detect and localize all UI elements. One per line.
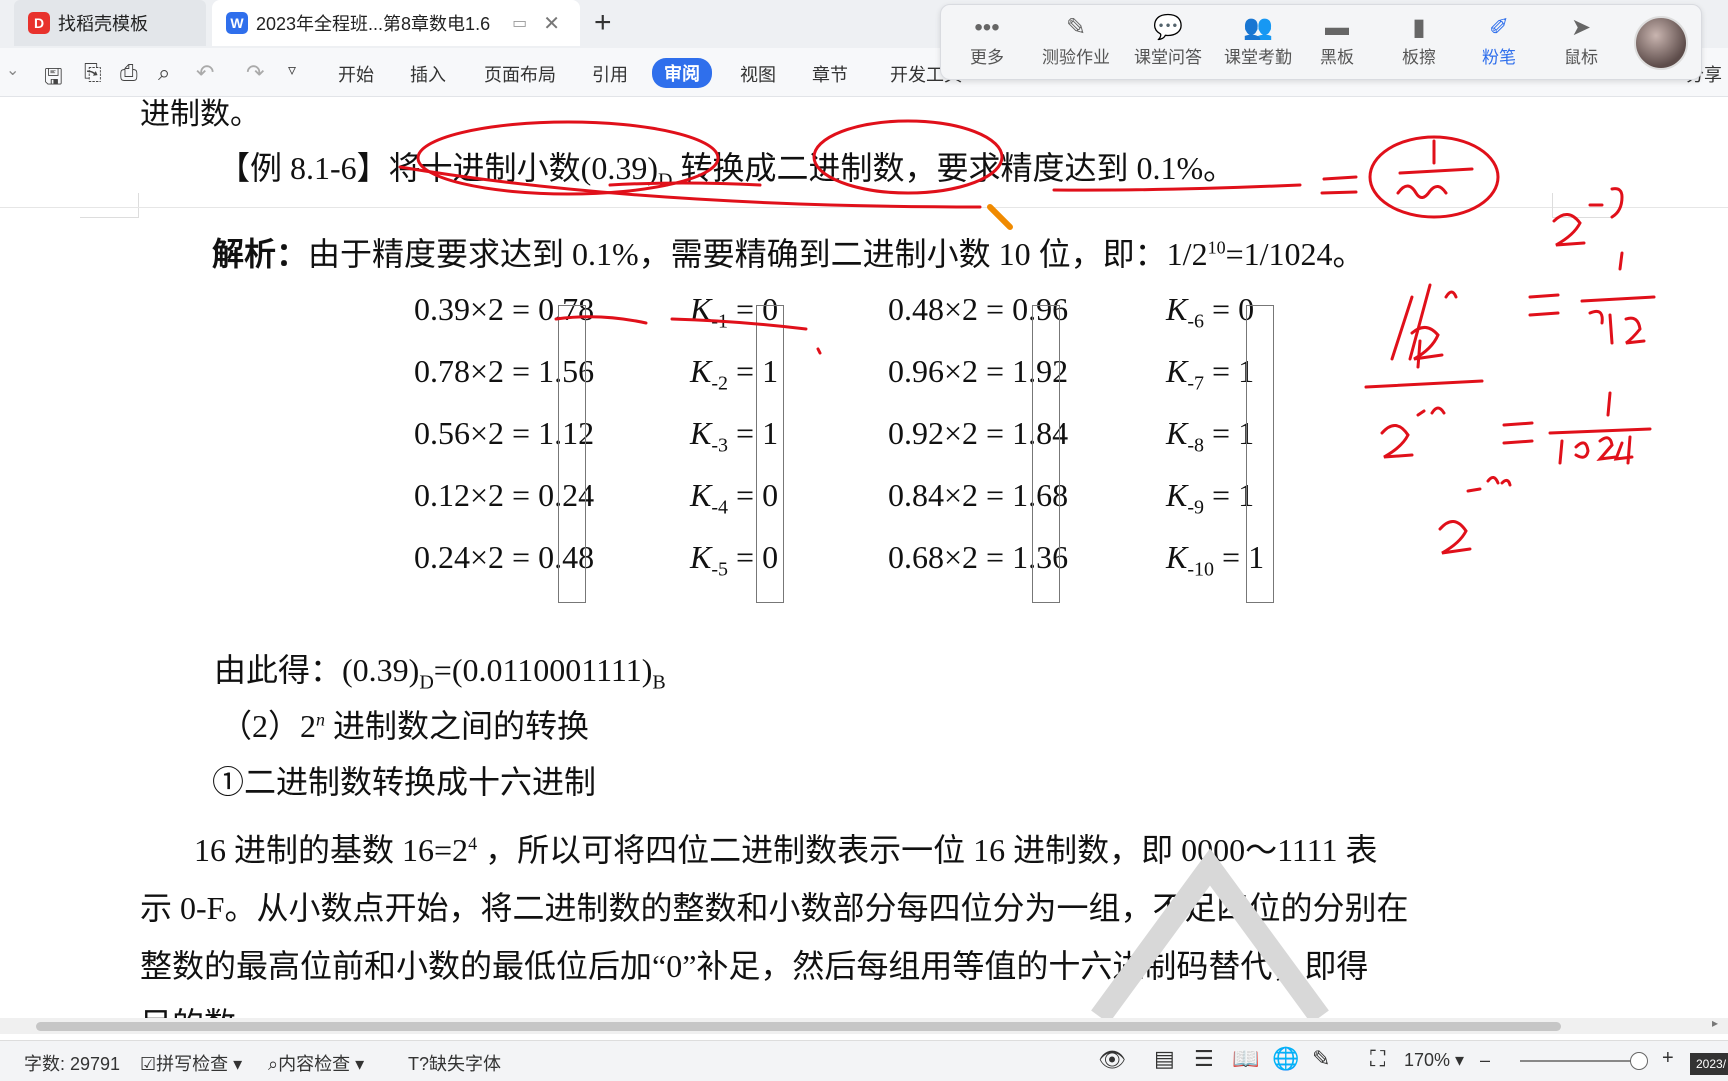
menu-page-layout[interactable]: 页面布局 [484,61,556,87]
fit-page-icon[interactable]: ⛶ [1370,1046,1385,1072]
handwritten-1-over-512 [1528,251,1656,345]
annotation-equals [1320,175,1358,195]
export-pdf-icon[interactable]: ⎘ [84,60,102,86]
chevron-down-icon[interactable]: ⌄ [6,60,19,80]
more-button[interactable]: ••• 更多 [947,13,1027,68]
annotation-dot [816,347,822,355]
tab-docer-templates[interactable]: D 找稻壳模板 [14,0,206,46]
wps-writer-icon: W [226,12,248,34]
qa-button[interactable]: 💬 课堂问答 [1123,13,1213,68]
zoom-level[interactable]: 170% ▾ [1404,1050,1464,1071]
spell-check-button[interactable]: ☑拼写检查 ▾ [140,1050,242,1076]
horizontal-scrollbar[interactable]: ▸ [0,1016,1728,1034]
menu-view[interactable]: 视图 [740,61,776,87]
scrollbar-thumb[interactable] [36,1022,1561,1031]
word-count[interactable]: 字数: 29791 [24,1050,120,1076]
document-page[interactable]: 进制数。 【例 8.1-6】将十进制小数(0.39)D 转换成二进制数，要求精度… [0,97,1728,1019]
quiz-button[interactable]: ✎ 测验作业 [1031,13,1121,68]
tab-label: 2023年全程班...第8章数电1.6 [256,14,491,34]
pen-cursor-icon [987,204,1013,230]
taskbar-clock: 2023/ [1690,1053,1728,1075]
handwritten-1-over-1024 [1502,391,1652,465]
annotation-underline [670,317,808,331]
annotation-circle [812,119,1004,195]
more-icon: ••• [974,14,1000,41]
blackboard-icon: ▬ [1325,14,1349,41]
undo-icon[interactable]: ↶ [196,60,214,86]
menu-insert[interactable]: 插入 [410,61,446,87]
zoom-in-icon[interactable]: + [1662,1047,1674,1070]
annotation-underline [608,181,762,187]
menu-references[interactable]: 引用 [592,61,628,87]
pencil-icon: ✎ [1065,14,1087,41]
menu-review[interactable]: 审阅 [652,58,712,88]
annotation-underline [554,315,648,325]
reading-mode-icon[interactable]: 📖 [1232,1046,1259,1072]
new-tab-icon[interactable]: + [594,6,612,40]
save-icon[interactable]: 🖫 [44,60,63,98]
handwritten-1-over-2-9 [1390,283,1458,361]
mouse-button[interactable]: ➤ 鼠标 [1541,13,1621,68]
qa-icon: 💬 [1153,14,1183,41]
print-icon[interactable]: ⎙ [120,60,138,86]
zoom-slider-knob[interactable] [1630,1052,1648,1070]
attendance-button[interactable]: 👥 课堂考勤 [1213,13,1303,68]
redo-icon[interactable]: ↷ [246,60,264,86]
scroll-right-icon[interactable]: ▸ [1712,1016,1718,1030]
people-icon: 👥 [1243,14,1273,41]
checkbox-icon: ☑ [140,1054,157,1074]
pen-annotations [398,119,1656,555]
zoom-slider[interactable] [1520,1060,1632,1062]
status-bar: 字数: 29791 ☑拼写检查 ▾ ⌕内容检查 ▾ T?缺失字体 👁 ▤ ☰ 📖… [0,1040,1728,1081]
classroom-toolbar: ••• 更多 ✎ 测验作业 💬 课堂问答 👥 课堂考勤 ▬ 黑板 ▮ 板擦 ✐ 粉笔 ➤ 鼠标 [940,4,1702,80]
avatar[interactable] [1634,16,1688,70]
blackboard-button[interactable]: ▬ 黑板 [1297,13,1377,68]
annotation-underline [1052,183,1302,192]
eye-icon[interactable]: 👁 [1098,1047,1126,1073]
handwritten-2-pow-9 [1552,187,1624,247]
page-view-icon[interactable]: ▤ [1154,1046,1175,1072]
missing-font-button[interactable]: T?缺失字体 [408,1050,501,1076]
cursor-icon: ➤ [1570,14,1592,41]
font-icon: T? [408,1054,430,1074]
customize-icon[interactable]: ▿ [288,60,296,80]
web-view-icon[interactable]: 🌐 [1272,1046,1299,1072]
menu-chapter[interactable]: 章节 [812,61,848,87]
close-tab-icon[interactable]: ✕ [543,11,560,36]
zoom-out-icon[interactable]: – [1480,1050,1490,1071]
handwritten-2-pow-neg-10 [1438,476,1512,555]
eraser-icon: ▮ [1412,14,1426,41]
chalk-pen-icon: ✐ [1488,14,1510,41]
docer-icon: D [28,12,50,34]
menu-home[interactable]: 开始 [338,61,374,87]
content-check-icon: ⌕ [268,1054,279,1074]
pin-icon[interactable]: ▭ [512,13,527,33]
chalk-button[interactable]: ✐ 粉笔 [1459,13,1539,68]
eraser-button[interactable]: ▮ 板擦 [1379,13,1459,68]
tab-label: 找稻壳模板 [58,14,148,34]
tab-document[interactable]: W 2023年全程班...第8章数电1.6 ▭ ✕ [212,0,580,46]
handwritten-fraction [1396,139,1474,199]
print-preview-icon[interactable]: ⌕ [158,60,170,86]
content-check-button[interactable]: ⌕内容检查 ▾ [268,1050,364,1076]
write-mode-icon[interactable]: ✎ [1312,1046,1330,1072]
outline-view-icon[interactable]: ☰ [1194,1046,1214,1072]
